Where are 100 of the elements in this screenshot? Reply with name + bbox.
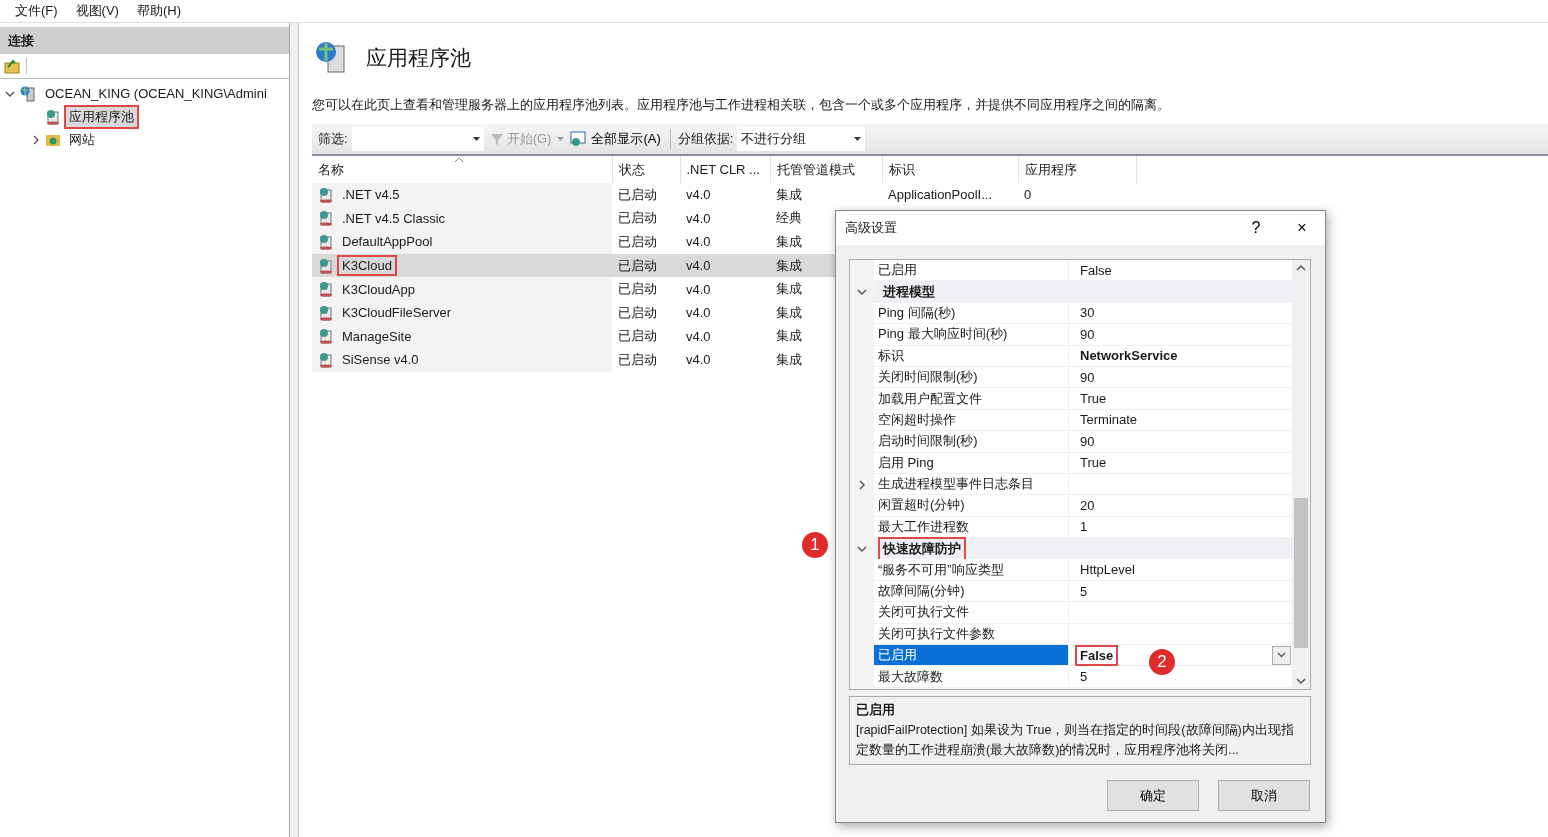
scroll-down-icon[interactable] xyxy=(1296,677,1306,685)
property-name[interactable]: 故障间隔(分钟) xyxy=(874,580,1068,603)
property-name[interactable]: 最大工作进程数 xyxy=(874,516,1068,539)
column-header[interactable]: 标识 xyxy=(882,156,1018,183)
property-value[interactable]: HttpLevel xyxy=(1075,559,1140,581)
table-cell: v4.0 xyxy=(686,305,711,321)
property-name[interactable]: 启用 Ping xyxy=(874,452,1068,474)
property-name[interactable]: 启动时间限制(秒) xyxy=(874,431,1068,453)
help-title: 已启用 xyxy=(856,701,896,719)
property-name[interactable]: 关闭可执行文件参数 xyxy=(874,623,1068,646)
property-name[interactable]: 关闭时间限制(秒) xyxy=(874,366,1068,389)
property-name[interactable]: 闲置超时(分钟) xyxy=(874,495,1068,517)
table-cell: 已启动 xyxy=(618,351,657,367)
property-name[interactable]: “服务不可用”响应类型 xyxy=(874,559,1068,581)
filter-icon xyxy=(489,132,504,146)
column-header[interactable]: 托管管道模式 xyxy=(770,156,882,183)
property-name[interactable]: Ping 间隔(秒) xyxy=(874,302,1068,325)
property-value[interactable]: False xyxy=(1075,644,1119,666)
property-name[interactable]: 已启用 xyxy=(874,260,1068,282)
dropdown-icon xyxy=(854,137,862,141)
property-value[interactable]: 90 xyxy=(1075,366,1100,388)
property-name[interactable]: 已启用 xyxy=(874,645,1068,667)
app-pool-icon xyxy=(318,186,334,203)
property-name[interactable]: 关闭可执行文件 xyxy=(874,602,1068,624)
property-name[interactable]: 最大故障数 xyxy=(874,666,1068,688)
table-cell: 已启动 xyxy=(618,304,657,320)
table-cell-text: DefaultAppPool xyxy=(341,233,434,252)
table-cell-text: ManageSite xyxy=(341,327,413,346)
app-pool-icon xyxy=(318,304,334,321)
list-icon xyxy=(570,131,589,147)
property-value[interactable]: False xyxy=(1075,259,1117,281)
dialog-title: 高级设置 xyxy=(845,219,898,237)
property-value[interactable]: 90 xyxy=(1075,430,1100,452)
property-value[interactable]: 20 xyxy=(1075,495,1100,516)
table-cell-text: .NET v4.5 Classic xyxy=(341,209,447,228)
show-all-button[interactable]: 全部显示(A) xyxy=(568,130,663,148)
table-cell: v4.0 xyxy=(686,352,711,368)
table-cell: 已启动 xyxy=(618,210,657,226)
sort-icon xyxy=(454,156,464,163)
column-header[interactable]: 应用程序 xyxy=(1018,156,1136,183)
table-cell: 集成 xyxy=(776,328,802,344)
property-value[interactable]: Terminate xyxy=(1075,409,1143,431)
app-pool-icon xyxy=(318,351,334,368)
dropdown-icon[interactable] xyxy=(557,137,565,141)
property-value[interactable]: 5 xyxy=(1075,580,1093,602)
menu-item[interactable]: 视图(V) xyxy=(66,2,128,20)
property-group[interactable]: 进程模型 xyxy=(878,280,940,305)
caret-icon xyxy=(1277,652,1286,659)
menu-item[interactable]: 文件(F) xyxy=(6,2,67,20)
tree-item[interactable]: 应用程序池 xyxy=(64,104,139,129)
table-cell: 集成 xyxy=(776,234,802,249)
property-value[interactable]: NetworkService xyxy=(1075,345,1183,367)
dialog-button[interactable]: 取消 xyxy=(1218,780,1310,811)
property-name[interactable]: 生成进程模型事件日志条目 xyxy=(874,473,1068,496)
table-cell: v4.0 xyxy=(686,234,711,250)
table-cell: 经典 xyxy=(776,210,802,226)
scroll-up-icon[interactable] xyxy=(1296,264,1306,272)
group-by-dropdown[interactable]: 不进行分组 xyxy=(737,127,866,151)
table-cell-text: K3CloudFileServer xyxy=(341,304,453,323)
close-button[interactable]: × xyxy=(1279,213,1325,243)
table-cell: v4.0 xyxy=(686,210,711,226)
table-cell: 集成 xyxy=(776,304,802,320)
table-cell: 已启动 xyxy=(618,257,657,273)
property-value[interactable]: 5 xyxy=(1075,666,1093,688)
table-cell: 已启动 xyxy=(618,186,657,202)
tree-item[interactable]: 网站 xyxy=(64,127,100,152)
column-header[interactable]: 状态 xyxy=(612,156,680,183)
property-value[interactable]: 1 xyxy=(1075,516,1093,538)
property-name[interactable]: Ping 最大响应时间(秒) xyxy=(874,324,1068,346)
property-value[interactable]: True xyxy=(1075,388,1112,410)
menu-item[interactable]: 帮助(H) xyxy=(127,2,190,20)
dropdown-button[interactable] xyxy=(1272,645,1291,665)
help-button[interactable]: ? xyxy=(1233,213,1279,243)
table-cell-text: K3CloudApp xyxy=(341,280,416,299)
connect-icon[interactable] xyxy=(4,58,20,74)
app-pool-icon xyxy=(318,234,334,250)
group-by-label: 分组依据: xyxy=(677,130,734,148)
scrollbar[interactable] xyxy=(1292,260,1310,689)
table-cell: v4.0 xyxy=(686,328,711,344)
property-value[interactable]: True xyxy=(1075,452,1112,474)
dialog-button[interactable]: 确定 xyxy=(1107,780,1199,811)
table-cell: 已启动 xyxy=(618,328,657,344)
callout-badge: 1 xyxy=(802,532,828,558)
dropdown-icon xyxy=(472,137,480,141)
table-cell: 已启动 xyxy=(618,234,657,249)
table-cell: 集成 xyxy=(776,186,802,202)
page-description: 您可以在此页上查看和管理服务器上的应用程序池列表。应用程序池与工作进程相关联，包含一个或多个应用程序，并提供不同应用程序之间的隔离。 xyxy=(312,97,1171,114)
property-name[interactable]: 标识 xyxy=(874,345,1068,367)
table-cell: 集成 xyxy=(776,351,802,367)
table-cell: ApplicationPoolI... xyxy=(888,187,993,203)
property-value[interactable]: 90 xyxy=(1075,323,1100,345)
filter-label: 筛选: xyxy=(318,130,348,148)
property-name[interactable]: 空闲超时操作 xyxy=(874,409,1068,432)
app-pool-icon xyxy=(45,108,61,125)
property-value[interactable]: 30 xyxy=(1075,302,1100,324)
property-name[interactable]: 加载用户配置文件 xyxy=(874,388,1068,410)
filter-field[interactable] xyxy=(351,127,484,151)
column-header[interactable]: .NET CLR ... xyxy=(680,156,770,183)
tree-item[interactable]: OCEAN_KING (OCEAN_KING\Admini xyxy=(40,83,272,104)
app-pool-icon xyxy=(318,210,334,227)
